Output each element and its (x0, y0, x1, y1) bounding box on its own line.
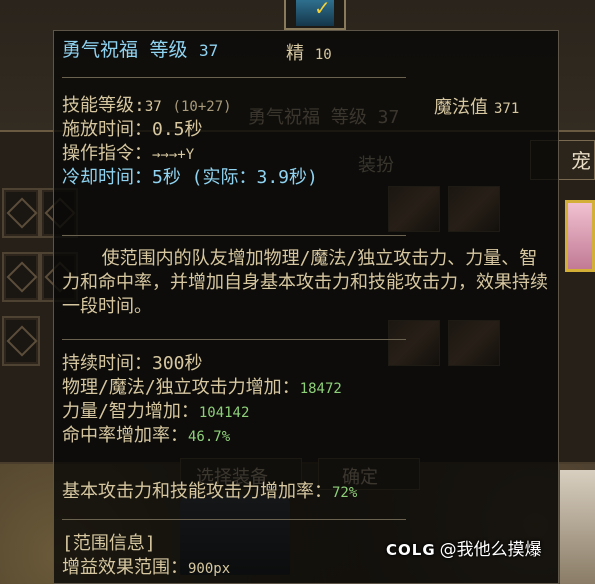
range-label: 增益效果范围 (62, 557, 170, 578)
cast-time-value: 0.5秒 (152, 119, 203, 140)
range-value: 900px (188, 561, 231, 577)
cooldown-row: 冷却时间：5秒 (实际：3.9秒) (62, 167, 318, 188)
equip-slot[interactable] (2, 188, 40, 238)
mp-label: 魔法值 (434, 97, 488, 118)
str-int-value: 104142 (198, 405, 250, 421)
hit-rate-label: 命中率增加率 (62, 425, 170, 446)
item-badge-label: 精 (286, 43, 304, 64)
hit-rate-value: 46.7% (188, 429, 231, 445)
character-figure (560, 470, 595, 584)
duration-row: 持续时间：300秒 (62, 353, 203, 374)
base-attack-row: 基本攻击力和技能攻击力增加率：72% (62, 481, 358, 502)
skill-level-value: 37 (144, 99, 162, 115)
attack-row: 物理/魔法/独立攻击力增加：18472 (62, 377, 342, 398)
watermark-text: @我他么摸爆 (439, 540, 542, 560)
attack-label: 物理/魔法/独立攻击力增加 (62, 377, 282, 398)
str-int-label: 力量/智力增加 (62, 401, 181, 422)
skill-description: 使范围内的队友增加物理/魔法/独立攻击力、力量、智力和命中率，并增加自身基本攻击… (62, 248, 548, 317)
duration-label: 持续时间 (62, 353, 134, 374)
separator (62, 519, 406, 520)
duration-value: 300秒 (152, 353, 203, 374)
cast-time-label: 施放时间 (62, 119, 134, 140)
base-attack-value: 72% (332, 485, 358, 501)
mp-cost: 魔法值 371 (434, 93, 519, 119)
range-header: [范围信息] (62, 533, 156, 554)
equip-slot[interactable] (2, 316, 40, 366)
skill-level-label: 技能等级 (62, 95, 134, 116)
separator (62, 77, 406, 78)
item-badge-count: 10 (314, 47, 332, 63)
command-label: 操作指令 (62, 143, 134, 164)
ghost-panel-title: 装扮 (358, 155, 394, 176)
skill-level-detail: (10+27) (172, 99, 232, 115)
separator (62, 235, 406, 236)
equip-slot[interactable] (2, 252, 40, 302)
skill-level-row: 技能等级:37 (10+27) (62, 95, 232, 116)
separator (62, 339, 406, 340)
item-icon-frame: ✓ (296, 0, 334, 26)
colg-logo: COLG (386, 541, 436, 559)
cooldown-label: 冷却时间 (62, 167, 134, 188)
check-icon: ✓ (314, 0, 331, 20)
range-row: 增益效果范围：900px (62, 557, 231, 578)
level-label: 等级 (149, 39, 188, 61)
str-int-row: 力量/智力增加：104142 (62, 401, 250, 422)
colg-watermark: COLG @我他么摸爆 (386, 535, 542, 560)
level-value: 37 (198, 41, 219, 60)
tooltip-title: 勇气祝福 等级 37 (62, 39, 218, 62)
pet-card[interactable] (565, 200, 595, 272)
mp-value: 371 (494, 101, 520, 117)
cooldown-value: 5秒 (实际：3.9秒) (152, 167, 318, 188)
command-value: →→→+Y (152, 147, 195, 163)
hit-rate-row: 命中率增加率：46.7% (62, 425, 231, 446)
skill-item-icon[interactable]: ✓ (284, 0, 346, 30)
cast-time-row: 施放时间：0.5秒 (62, 119, 203, 140)
attack-value: 18472 (299, 381, 342, 397)
command-row: 操作指令：→→→+Y (62, 143, 195, 164)
item-badge: 精 10 (286, 39, 332, 65)
ghost-title: 勇气祝福 等级 37 (248, 107, 400, 128)
skill-tooltip: 勇气祝福 等级 37 装扮 选择装备 确定 精 10 勇气祝福 等级 37 魔法… (53, 30, 559, 584)
skill-name: 勇气祝福 (62, 39, 139, 61)
base-attack-label: 基本攻击力和技能攻击力增加率 (62, 481, 314, 502)
